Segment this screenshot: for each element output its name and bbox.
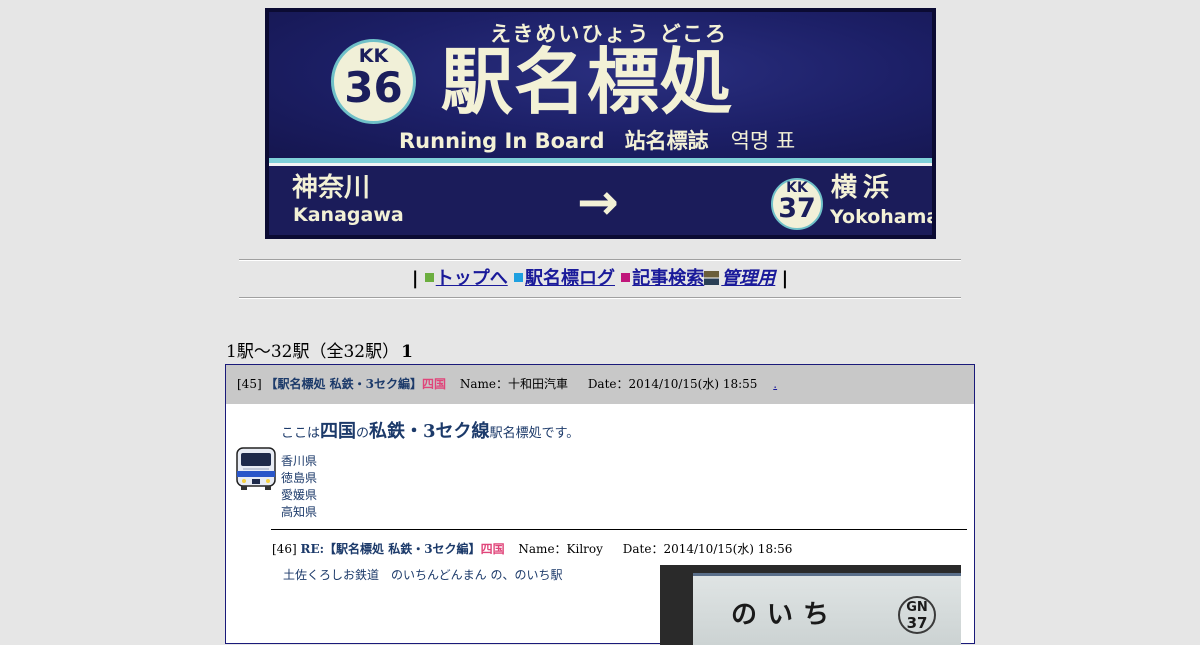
post-region: 四国 bbox=[422, 377, 447, 391]
magenta-square-icon bbox=[621, 273, 631, 282]
subtitle-en: Running In Board bbox=[399, 129, 605, 153]
nav-link-log[interactable]: 駅名標ログ bbox=[525, 268, 615, 289]
site-banner: えきめいひょう どころ 駅名標処 Running In Board 站名標誌 역명 … bbox=[265, 8, 936, 239]
station-count-text: 1駅～32駅（全32駅） bbox=[226, 342, 400, 362]
subtitle-zh: 站名標誌 bbox=[624, 129, 709, 153]
site-title: 駅名標処 bbox=[441, 40, 734, 124]
prev-station-name: 神奈川 bbox=[292, 173, 371, 203]
photo-sign-name: のいち bbox=[731, 600, 840, 630]
post-permalink[interactable]: . bbox=[773, 377, 777, 391]
page-number: 1 bbox=[401, 342, 413, 362]
post-author: Name：十和田汽車 bbox=[459, 377, 568, 391]
intro-mid: の bbox=[356, 426, 370, 441]
main-nav: | トップへ 駅名標ログ 記事検索 管理用 | bbox=[239, 266, 961, 292]
train-icon bbox=[236, 447, 276, 490]
photo-badge-line: GN bbox=[906, 600, 928, 615]
nav-divider-bottom bbox=[239, 297, 961, 299]
green-square-icon bbox=[424, 273, 434, 282]
reply-prefix: RE: bbox=[300, 542, 325, 556]
nav-link-admin[interactable]: 管理用 bbox=[721, 268, 775, 289]
intro-prefix: ここは bbox=[281, 426, 321, 441]
nav-link-search[interactable]: 記事検索 bbox=[632, 268, 704, 289]
next-station-name: 横浜 bbox=[831, 173, 896, 203]
intro-category: 私鉄・3セク線 bbox=[369, 421, 490, 442]
prefecture-item: 徳島県 bbox=[281, 471, 318, 485]
post-subject: 【駅名標処 私鉄・3セク編】 bbox=[265, 377, 422, 391]
reply-header: [46] RE:【駅名標処 私鉄・3セク編】四国 Name：Kilroy Dat… bbox=[272, 540, 792, 557]
photo-badge-number: 37 bbox=[906, 614, 928, 632]
reply-region: 四国 bbox=[480, 542, 505, 556]
badge-number: 37 bbox=[778, 193, 816, 224]
nav-divider-top bbox=[239, 259, 961, 261]
admin-icon bbox=[704, 271, 720, 285]
thread-header: [45] 【駅名標処 私鉄・3セク編】四国 Name：十和田汽車 Date：20… bbox=[226, 365, 974, 404]
post-intro: ここは四国の私鉄・3セク線駅名標処です。 bbox=[281, 417, 579, 443]
nav-separator: | bbox=[411, 268, 419, 289]
reply-body: 土佐くろしお鉄道 のいちんどんまん の、のいち駅 bbox=[283, 568, 563, 582]
reply-subject: 【駅名標処 私鉄・3セク編】 bbox=[324, 542, 481, 556]
prefecture-item: 香川県 bbox=[281, 454, 318, 468]
intro-suffix: 駅名標処です。 bbox=[489, 426, 580, 441]
reply-author: Name：Kilroy bbox=[518, 542, 603, 556]
prefecture-list: 香川県 徳島県 愛媛県 高知県 bbox=[281, 453, 317, 521]
reply-divider bbox=[271, 529, 967, 530]
intro-region: 四国 bbox=[320, 421, 357, 442]
prefecture-item: 高知県 bbox=[281, 505, 318, 519]
reply-date: Date：2014/10/15(水) 18:56 bbox=[622, 542, 793, 556]
nav-link-top[interactable]: トップへ bbox=[436, 268, 508, 289]
next-station-roman: Yokohama bbox=[830, 206, 936, 228]
photo-station-badge: GN 37 bbox=[898, 596, 936, 634]
station-count: 1駅～32駅（全32駅） 1 bbox=[226, 337, 413, 362]
current-station-number-badge: KK 36 bbox=[331, 39, 416, 124]
banner-subtitle: Running In Board 站名標誌 역명 표 bbox=[399, 125, 795, 155]
post-date: Date：2014/10/15(水) 18:55 bbox=[587, 377, 758, 391]
station-sign-photo[interactable]: のいち GN 37 bbox=[660, 565, 961, 645]
photo-sign-board: のいち GN 37 bbox=[693, 573, 961, 645]
next-station-number-badge: KK 37 bbox=[771, 178, 823, 230]
prev-station-roman: Kanagawa bbox=[293, 204, 404, 226]
thread-post: [45] 【駅名標処 私鉄・3セク編】四国 Name：十和田汽車 Date：20… bbox=[225, 364, 975, 645]
reply-number: [46] bbox=[272, 542, 297, 556]
post-number: [45] bbox=[237, 377, 262, 391]
subtitle-ko: 역명 표 bbox=[730, 129, 796, 153]
blue-square-icon bbox=[514, 273, 523, 282]
direction-arrow-icon: → bbox=[577, 173, 619, 231]
badge-number: 36 bbox=[344, 63, 403, 112]
prefecture-item: 愛媛県 bbox=[281, 488, 318, 502]
nav-separator: | bbox=[781, 268, 789, 289]
